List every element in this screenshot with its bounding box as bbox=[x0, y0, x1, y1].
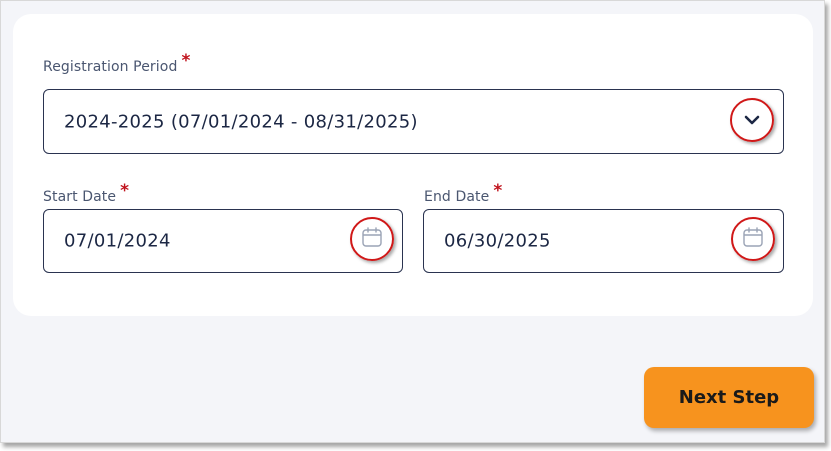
calendar-icon[interactable] bbox=[361, 226, 383, 252]
start-date-value: 07/01/2024 bbox=[64, 230, 171, 252]
required-marker: * bbox=[120, 181, 130, 201]
calendar-icon[interactable] bbox=[742, 226, 764, 252]
start-date-label: Start Date * bbox=[43, 181, 130, 205]
registration-period-value: 2024-2025 (07/01/2024 - 08/31/2025) bbox=[64, 111, 418, 132]
next-step-button[interactable]: Next Step bbox=[644, 367, 814, 428]
highlight-circle bbox=[730, 98, 774, 142]
start-date-field[interactable]: 07/01/2024 bbox=[43, 209, 403, 273]
end-date-value: 06/30/2025 bbox=[444, 230, 551, 252]
end-date-label: End Date * bbox=[424, 181, 503, 205]
highlight-circle bbox=[731, 217, 775, 261]
required-marker: * bbox=[493, 181, 503, 201]
chevron-down-icon[interactable] bbox=[743, 111, 761, 130]
registration-period-select[interactable]: 2024-2025 (07/01/2024 - 08/31/2025) bbox=[43, 89, 784, 154]
end-date-field[interactable]: 06/30/2025 bbox=[423, 209, 784, 273]
required-marker: * bbox=[181, 51, 191, 71]
registration-form-card: Registration Period * 2024-2025 (07/01/20… bbox=[13, 14, 813, 316]
screenshot-frame: Registration Period * 2024-2025 (07/01/20… bbox=[0, 0, 825, 443]
highlight-circle bbox=[350, 217, 394, 261]
registration-period-label: Registration Period * bbox=[43, 51, 191, 75]
